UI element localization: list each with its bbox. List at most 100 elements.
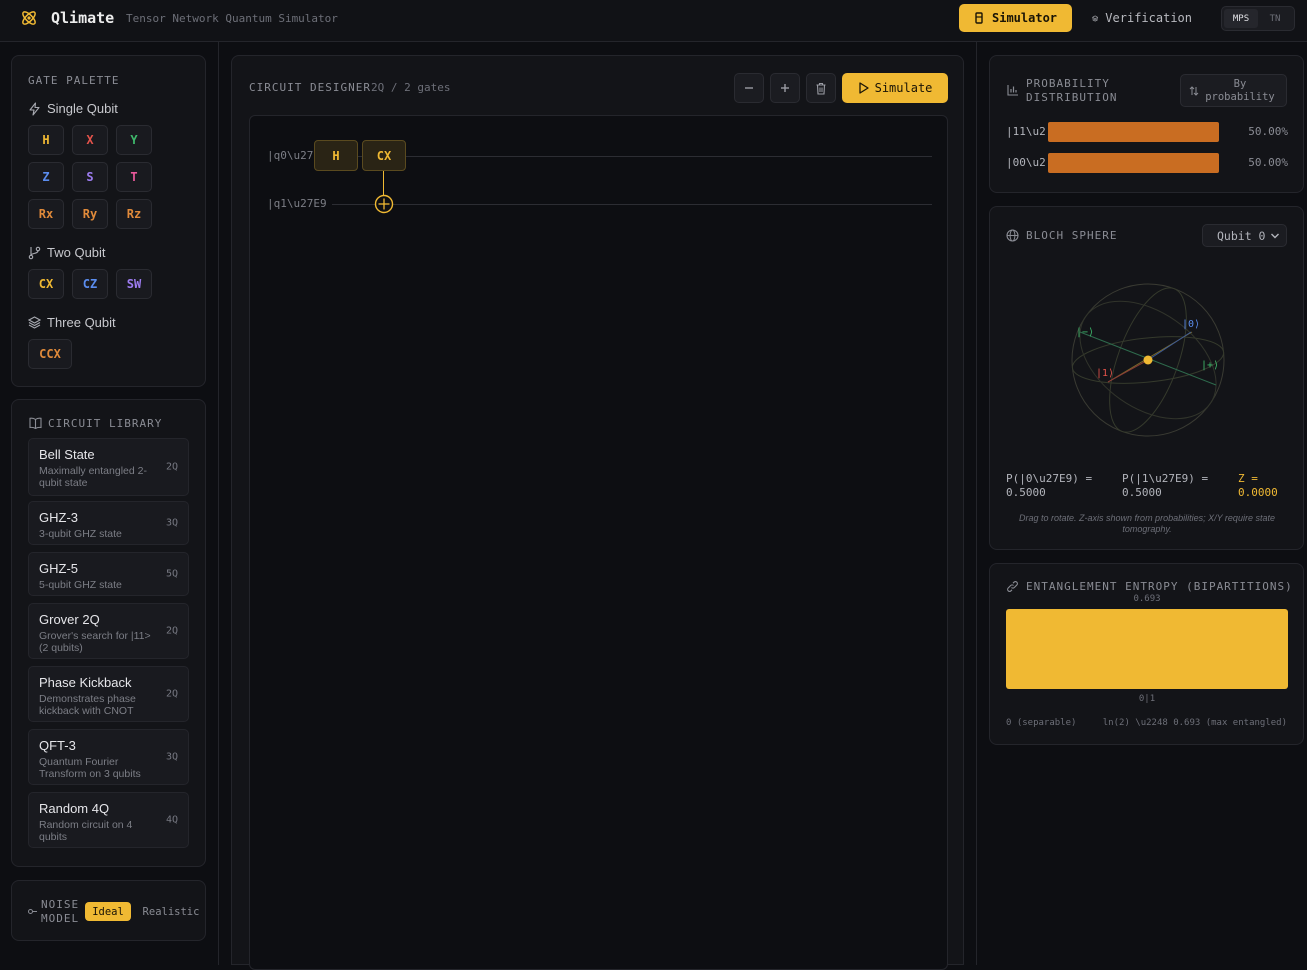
bloch-hint: Drag to rotate. Z-axis shown from probab… — [1019, 513, 1275, 534]
bar-chart-icon — [1007, 85, 1018, 96]
entanglement-entropy-panel: ENTANGLEMENT ENTROPY (BIPARTITIONS) 0.69… — [989, 563, 1304, 745]
circuit-canvas[interactable]: |q0\u27E9 |q1\u27E9 H CX — [249, 115, 948, 970]
noise-model-panel: NOISE MODEL Ideal Realistic — [11, 880, 206, 941]
simulator-tab[interactable]: Simulator — [959, 4, 1072, 32]
app-subtitle: Tensor Network Quantum Simulator — [126, 12, 338, 25]
bloch-sphere-title: BLOCH SPHERE — [1026, 229, 1118, 242]
library-item-qubit-count: 5Q — [165, 568, 178, 580]
probability-percent: 50.00% — [1248, 125, 1288, 138]
library-item[interactable]: Bell State Maximally entangled 2-qubit st… — [28, 438, 189, 496]
entropy-value-label: 0.693 — [1133, 594, 1161, 604]
single-qubit-group: Single Qubit — [28, 101, 118, 116]
sort-arrows-icon — [1189, 86, 1199, 96]
library-item-description: Maximally entangled 2-qubit state — [39, 465, 147, 489]
probability-row: |11\u2 50.00% — [1006, 122, 1288, 142]
gate-cz-button[interactable]: CZ — [72, 269, 108, 299]
bloch-p1-value: 0.5000 — [1122, 486, 1162, 499]
entropy-bar[interactable] — [1006, 609, 1288, 689]
library-item-description: 3-qubit GHZ state — [39, 528, 122, 540]
lightning-icon — [29, 101, 40, 116]
noise-option-realistic[interactable]: Realistic — [138, 902, 204, 921]
library-item-name: Random 4Q — [39, 801, 110, 816]
gate-palette-title: GATE PALETTE — [28, 74, 120, 87]
gate-cx-button[interactable]: CX — [28, 269, 64, 299]
entropy-title: ENTANGLEMENT ENTROPY (BIPARTITIONS) — [1026, 580, 1293, 593]
cx-target-icon[interactable] — [374, 194, 394, 214]
probability-bar-track — [1048, 153, 1219, 173]
gate-y-button[interactable]: Y — [116, 125, 152, 155]
probability-bar[interactable] — [1048, 122, 1219, 142]
library-item[interactable]: Phase Kickback Demonstrates phase kickbac… — [28, 666, 189, 722]
gate-rz-button[interactable]: Rz — [116, 199, 152, 229]
library-item[interactable]: QFT-3 Quantum Fourier Transform on 3 qubi… — [28, 729, 189, 785]
qubit-select-value: Qubit 0 — [1217, 228, 1266, 243]
library-item-name: Bell State — [39, 447, 95, 462]
link-icon — [1007, 581, 1018, 592]
probability-title-1: PROBABILITY — [1026, 77, 1110, 90]
library-item-description: Random circuit on 4 qubits — [39, 819, 133, 843]
cx-connector-line — [383, 171, 384, 196]
entropy-bar-area — [1006, 609, 1288, 689]
gate-ry-button[interactable]: Ry — [72, 199, 108, 229]
flask-icon — [975, 12, 983, 24]
library-item-qubit-count: 2Q — [165, 625, 178, 637]
chevron-down-icon — [1271, 233, 1279, 239]
library-item[interactable]: Grover 2Q Grover's search for |11> (2 qub… — [28, 603, 189, 659]
placed-gate-h[interactable]: H — [314, 140, 358, 171]
library-item-description: 5-qubit GHZ state — [39, 579, 122, 591]
remove-qubit-button[interactable] — [734, 73, 764, 103]
three-qubit-group: Three Qubit — [28, 315, 116, 330]
sort-label-1: By — [1233, 78, 1247, 90]
library-item-name: Grover 2Q — [39, 612, 100, 627]
probability-row: |00\u2 50.00% — [1006, 153, 1288, 173]
book-icon — [29, 417, 42, 429]
probability-title-2: DISTRIBUTION — [1026, 91, 1118, 104]
sort-by-probability-button[interactable]: By probability — [1180, 74, 1287, 107]
gate-z-button[interactable]: Z — [28, 162, 64, 192]
noise-option-ideal[interactable]: Ideal — [85, 902, 131, 921]
atom-logo-icon — [22, 11, 36, 25]
bloch-label-plus: |+⟩ — [1201, 360, 1220, 371]
circuit-designer-title: CIRCUIT DESIGNER — [249, 81, 371, 94]
library-item-qubit-count: 2Q — [165, 688, 178, 700]
two-qubit-label: Two Qubit — [47, 245, 106, 260]
simulate-label: Simulate — [874, 81, 933, 95]
qubit-wire-0 — [332, 156, 932, 157]
library-item[interactable]: GHZ-3 3-qubit GHZ state 3Q — [28, 501, 189, 545]
library-item-name: GHZ-5 — [39, 561, 78, 576]
probability-bar[interactable] — [1048, 153, 1219, 173]
gate-sw-button[interactable]: SW — [116, 269, 152, 299]
circuit-gate-count: 2Q / 2 gates — [371, 81, 451, 94]
gate-t-button[interactable]: T — [116, 162, 152, 192]
library-item-description: Grover's search for |11> (2 qubits) — [39, 630, 151, 654]
library-item-qubit-count: 2Q — [165, 461, 178, 473]
noise-model-title-2: MODEL — [41, 912, 80, 925]
bloch-label-one: |1⟩ — [1096, 368, 1115, 379]
library-item-qubit-count: 3Q — [165, 751, 178, 763]
gate-x-button[interactable]: X — [72, 125, 108, 155]
gate-s-button[interactable]: S — [72, 162, 108, 192]
bloch-z-label: Z = — [1238, 472, 1258, 485]
entropy-min-note: 0 (separable) — [1006, 718, 1077, 728]
minus-icon — [745, 87, 753, 89]
add-qubit-button[interactable] — [770, 73, 800, 103]
library-item[interactable]: GHZ-5 5-qubit GHZ state 5Q — [28, 552, 189, 596]
probability-percent: 50.00% — [1248, 156, 1288, 169]
key-icon — [28, 909, 37, 914]
bloch-label-minus: |−⟩ — [1076, 327, 1095, 338]
library-item[interactable]: Random 4Q Random circuit on 4 qubits 4Q — [28, 792, 189, 848]
mode-tn[interactable]: TN — [1258, 9, 1292, 28]
qubit-select[interactable]: Qubit 0 — [1202, 224, 1287, 247]
simulate-button[interactable]: Simulate — [842, 73, 948, 103]
probability-state-label: |00\u2 — [1006, 156, 1046, 169]
clear-circuit-button[interactable] — [806, 73, 836, 103]
gate-h-button[interactable]: H — [28, 125, 64, 155]
simulator-tab-label: Simulator — [992, 11, 1058, 25]
layers-icon — [28, 316, 41, 329]
mode-mps[interactable]: MPS — [1224, 9, 1258, 28]
gate-ccx-button[interactable]: CCX — [28, 339, 72, 369]
bloch-label-zero: |0⟩ — [1182, 319, 1201, 330]
gate-rx-button[interactable]: Rx — [28, 199, 64, 229]
placed-gate-cx[interactable]: CX — [362, 140, 406, 171]
verification-tab[interactable]: Verification — [1078, 4, 1206, 32]
